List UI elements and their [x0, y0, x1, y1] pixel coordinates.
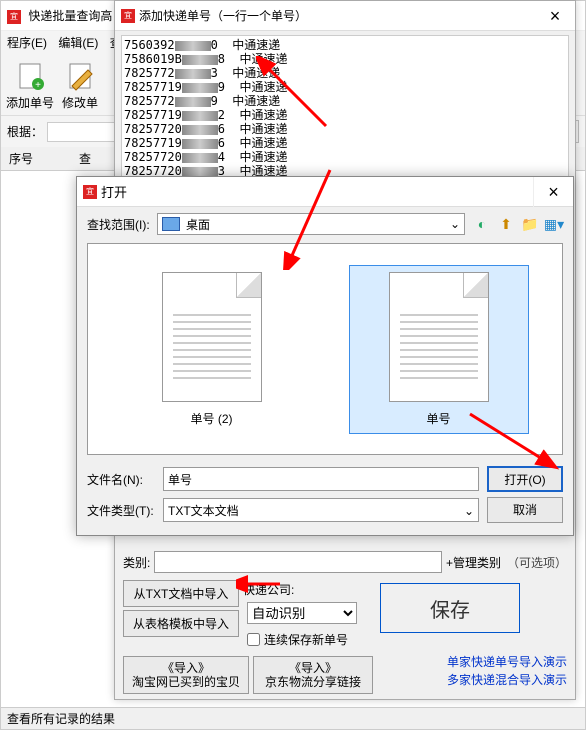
import-txt-button[interactable]: 从TXT文档中导入	[123, 580, 239, 607]
th-seq: 序号	[1, 147, 71, 170]
filetype-value: TXT文本文档	[168, 499, 239, 521]
toolbar-edit-label: 修改单	[62, 96, 98, 110]
save-new-checkbox[interactable]	[247, 633, 260, 646]
file2-label: 单号	[426, 412, 450, 426]
courier-label: 快递公司:	[243, 581, 294, 598]
add-title-text: 添加快递单号（一行一个单号）	[139, 7, 307, 24]
category-select[interactable]	[154, 551, 442, 573]
add-close-button[interactable]: ×	[535, 1, 575, 31]
demo-links: 单家快递单号导入演示 多家快递混合导入演示	[447, 653, 567, 697]
chevron-down-icon: ⌄	[450, 217, 460, 231]
save-new-label: 连续保存新单号	[264, 631, 348, 648]
menu-edit[interactable]: 编辑(E)	[58, 36, 98, 50]
filetype-select[interactable]: TXT文本文档 ⌄	[163, 498, 479, 522]
category-label: 类别:	[123, 554, 150, 571]
open-bottom: 文件名(N): 单号 打开(O) 文件类型(T): TXT文本文档 ⌄ 取消	[77, 457, 573, 532]
open-button[interactable]: 打开(O)	[487, 466, 563, 492]
chevron-down-icon: ⌄	[464, 499, 474, 521]
view-menu-icon[interactable]: ▦▾	[545, 215, 563, 233]
th-look: 查	[71, 147, 111, 170]
main-title-text: 快递批量查询高	[28, 9, 112, 23]
numbers-textarea[interactable]: 75603920 中通速递7586019B8 中通速递78257723 中通速递…	[121, 35, 569, 191]
file-item-1[interactable]: 单号 (2)	[122, 266, 302, 433]
demo-multi-link[interactable]: 多家快递混合导入演示	[447, 671, 567, 689]
import-template-button[interactable]: 从表格模板中导入	[123, 610, 239, 637]
up-folder-icon[interactable]: ⬆	[497, 215, 515, 233]
save-button[interactable]: 保存	[380, 583, 520, 633]
demo-single-link[interactable]: 单家快递单号导入演示	[447, 653, 567, 671]
courier-select[interactable]: 自动识别	[247, 602, 357, 624]
back-icon[interactable]: ◐	[473, 215, 491, 233]
manage-category-link[interactable]: +管理类别	[446, 554, 501, 571]
filename-input[interactable]: 单号	[163, 467, 479, 491]
open-title-text: 打开	[101, 182, 127, 201]
app-icon: 宜	[7, 10, 21, 24]
add-window-icon: 宜	[121, 9, 135, 23]
open-toolbar-icons: ◐ ⬆ 📁 ▦▾	[473, 215, 563, 233]
new-folder-icon[interactable]: 📁	[521, 215, 539, 233]
open-dialog: 宜 打开 × 查找范围(I): 桌面 ⌄ ◐ ⬆ 📁 ▦▾ 单号 (2) 单号	[76, 176, 574, 536]
search-input[interactable]	[47, 122, 117, 142]
toolbar-edit[interactable]: 修改单	[55, 58, 105, 111]
file-list-pane[interactable]: 单号 (2) 单号	[87, 243, 563, 455]
filename-label: 文件名(N):	[87, 471, 163, 488]
document-icon	[389, 272, 489, 402]
search-label: 根据：	[7, 123, 43, 140]
open-range-row: 查找范围(I): 桌面 ⌄ ◐ ⬆ 📁 ▦▾	[77, 207, 573, 241]
open-dialog-icon: 宜	[83, 185, 97, 199]
toolbar-add[interactable]: + 添加单号	[5, 58, 55, 111]
desktop-icon	[162, 217, 180, 231]
open-location-text: 桌面	[186, 216, 210, 233]
open-title-bar: 宜 打开 ×	[77, 177, 573, 207]
add-title-bar: 宜 添加快递单号（一行一个单号） ×	[115, 1, 575, 31]
open-range-label: 查找范围(I):	[87, 216, 157, 233]
status-bar: 查看所有记录的结果	[1, 707, 585, 729]
file-item-2[interactable]: 单号	[349, 265, 529, 434]
svg-text:+: +	[35, 80, 41, 91]
optional-hint: （可选项）	[507, 554, 567, 571]
cancel-button[interactable]: 取消	[487, 497, 563, 523]
menu-program[interactable]: 程序(E)	[7, 36, 47, 50]
open-location-select[interactable]: 桌面 ⌄	[157, 213, 465, 235]
filetype-label: 文件类型(T):	[87, 502, 163, 519]
toolbar-add-label: 添加单号	[6, 96, 54, 110]
file1-label: 单号 (2)	[190, 412, 232, 426]
open-close-button[interactable]: ×	[533, 177, 573, 207]
document-icon	[162, 272, 262, 402]
import-jd-button[interactable]: 《导入》 京东物流分享链接	[253, 656, 373, 694]
import-taobao-button[interactable]: 《导入》 淘宝网已买到的宝贝	[123, 656, 249, 694]
add-bottom-panel: 类别: +管理类别 （可选项） 从TXT文档中导入 从表格模板中导入 快递公司:…	[115, 541, 575, 707]
